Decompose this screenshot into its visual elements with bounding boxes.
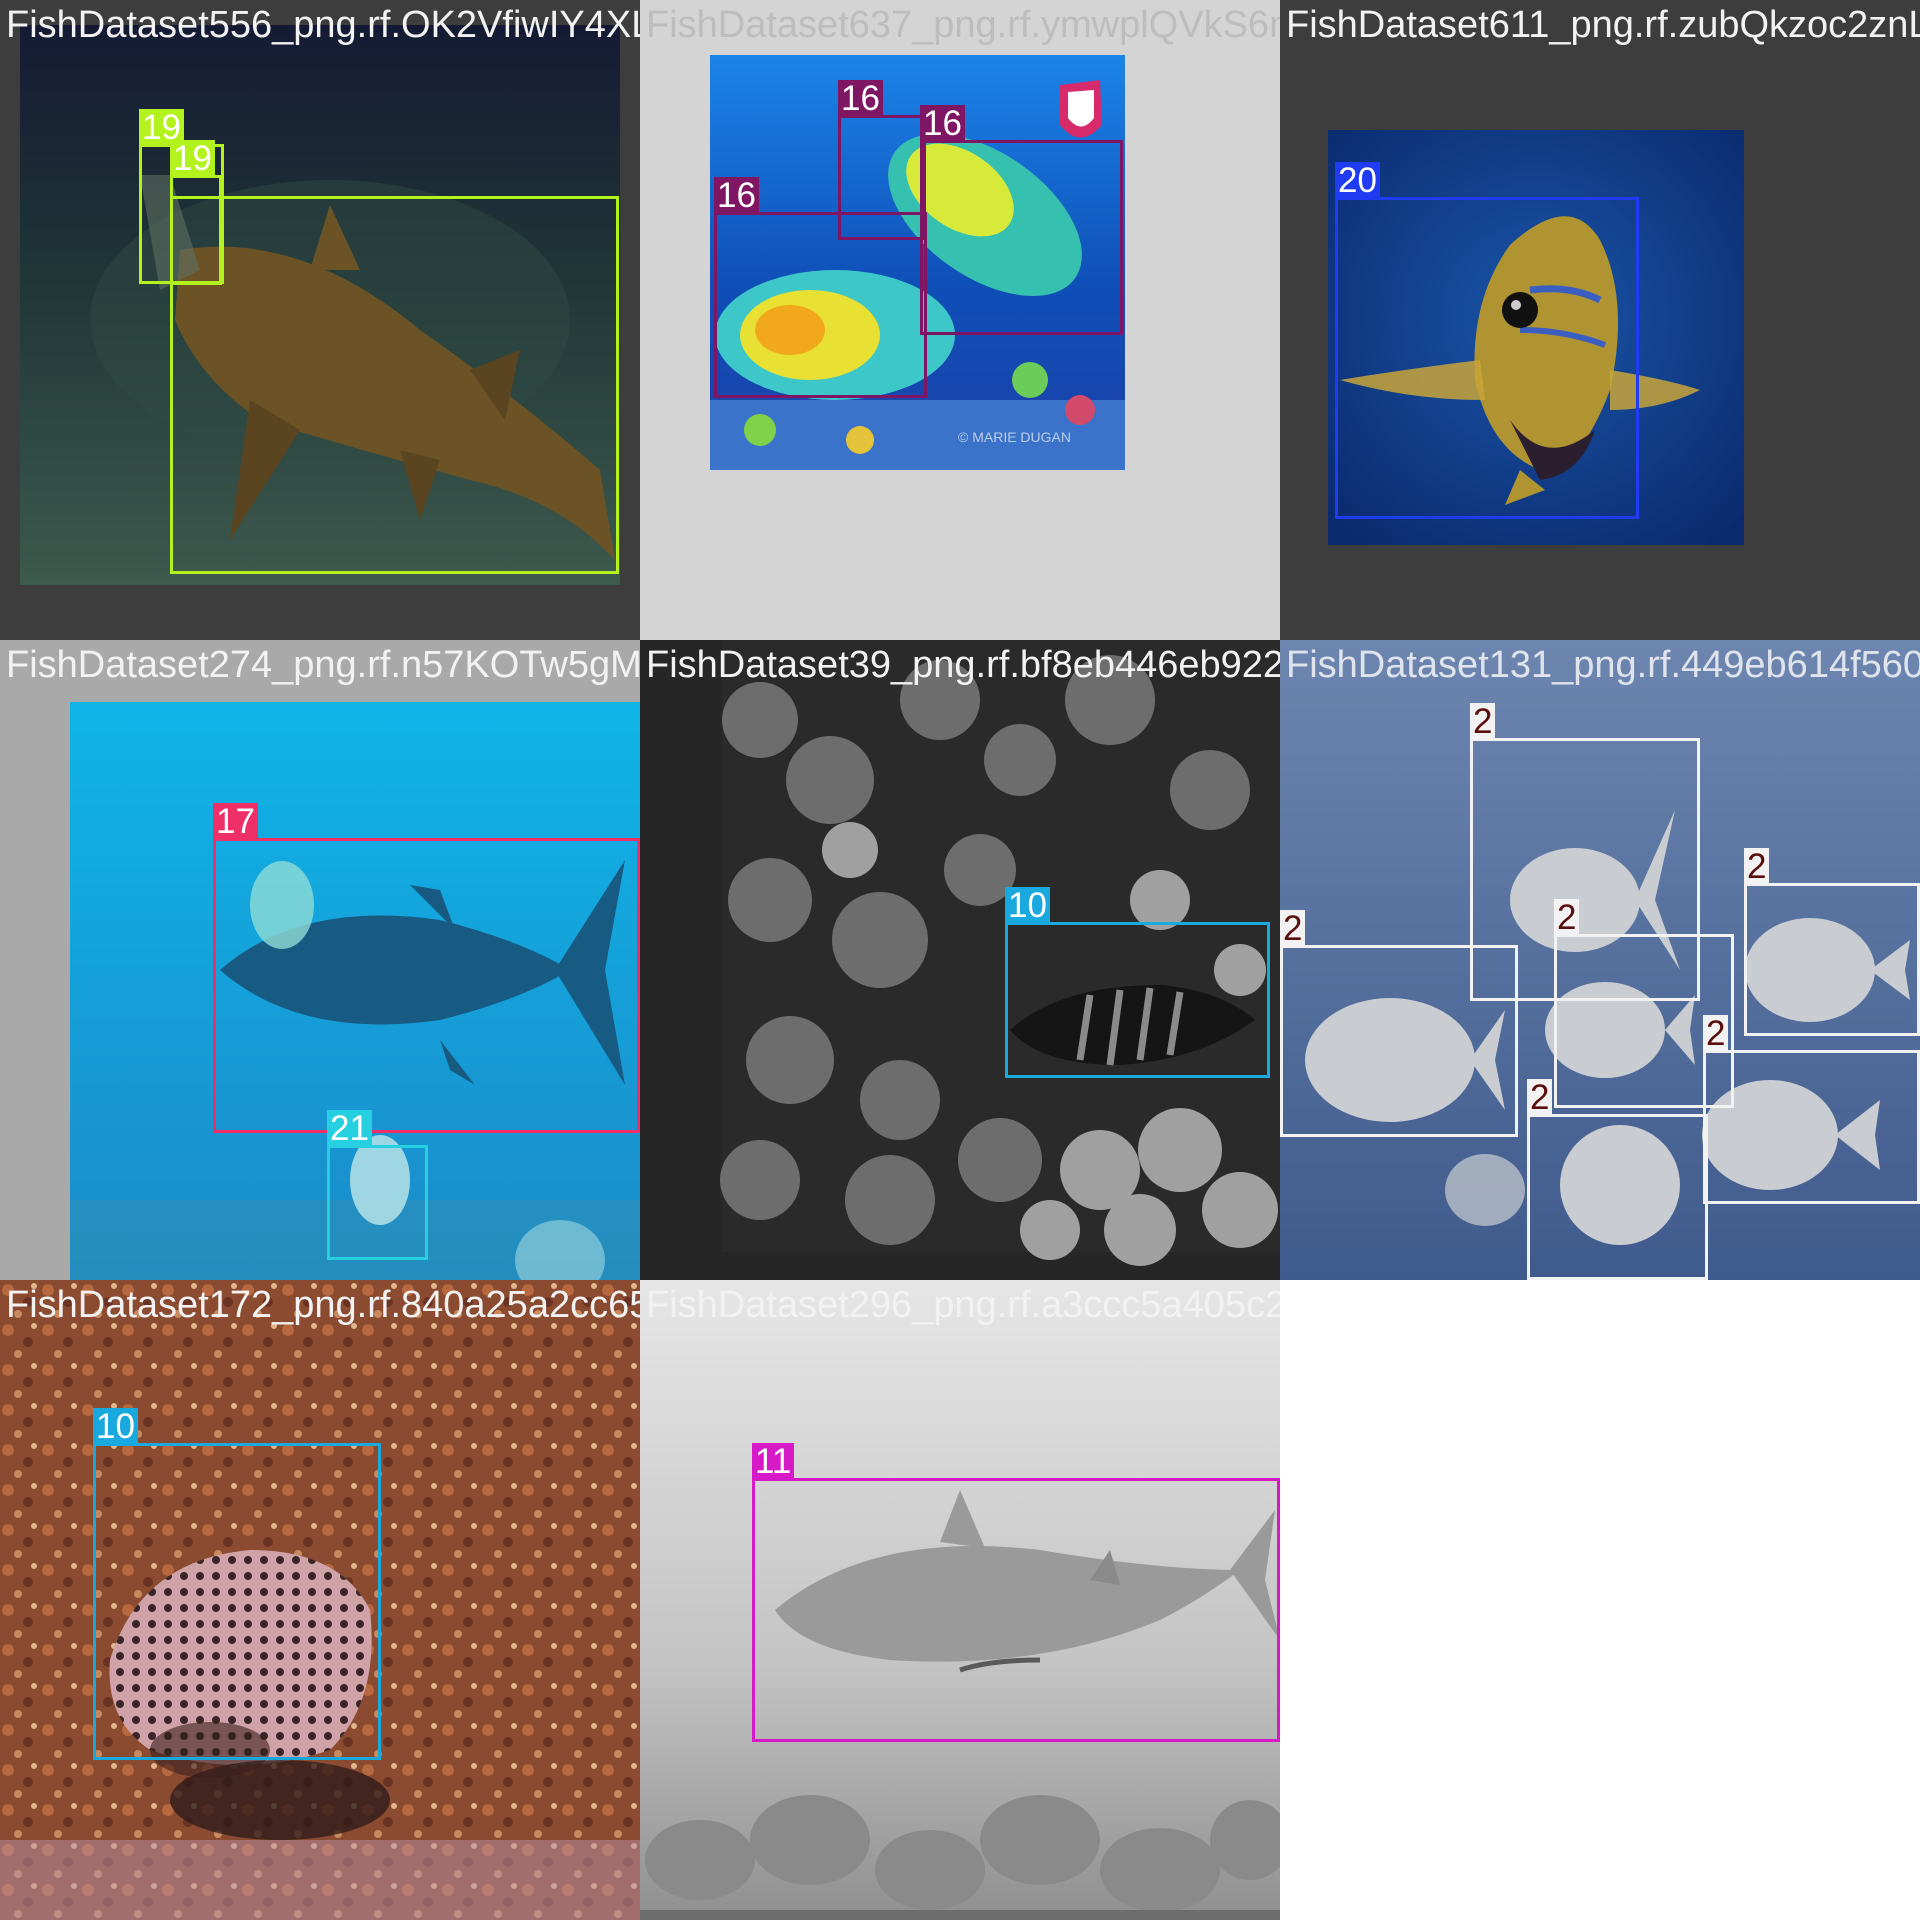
tile-gray-reef: FishDataset39_png.rf.bf8eb446eb9226e1bD9…: [640, 640, 1280, 1280]
tile-gray-shark: FishDataset296_png.rf.a3ccc5a405c2b3b480…: [640, 1280, 1280, 1920]
bbox-19: [170, 196, 619, 574]
empty-cell: [1280, 1280, 1920, 1920]
bbox-class-label: 2: [1527, 1079, 1553, 1117]
bbox-class-label: 2: [1744, 848, 1770, 886]
bbox-2: 2: [1527, 1079, 1708, 1280]
bbox-10: 10: [1005, 887, 1270, 1078]
bbox-class-label: 10: [1005, 887, 1050, 925]
bbox-21: 21: [327, 1110, 428, 1260]
bbox-11: 11: [752, 1443, 1280, 1742]
tile-spotted-grouper: FishDataset172_png.rf.840a25a2cc652b176 …: [0, 1280, 640, 1920]
bbox-class-label: 16: [838, 80, 883, 118]
tile-pomfret-school: FishDataset131_png.rf.449eb614f560 2 2 2…: [1280, 640, 1920, 1280]
bbox-class-label: 16: [714, 177, 759, 215]
tile-groupers: © MARIE DUGAN FishDataset637_png.rf.ymwp…: [640, 0, 1280, 640]
tile-reef-fish: FishDataset611_png.rf.zubQkzoc2znL 20: [1280, 0, 1920, 640]
bbox-class-label: 17: [213, 803, 258, 841]
tile-shark: FishDataset556_png.rf.OK2VfiwIY4XL 19 19: [0, 0, 640, 640]
bbox-class-label: 2: [1470, 703, 1496, 741]
bbox-class-label: 21: [327, 1110, 372, 1148]
watermark-text: © MARIE DUGAN: [958, 429, 1071, 445]
bbox-class-label: 10: [93, 1408, 138, 1446]
bbox-class-label: 2: [1280, 910, 1306, 948]
bbox-class-label: 2: [1703, 1015, 1729, 1053]
bbox-class-label: 16: [920, 105, 965, 143]
detection-mosaic: FishDataset556_png.rf.OK2VfiwIY4XL 19 19: [0, 0, 1920, 1920]
bbox-2: 2: [1280, 910, 1518, 1137]
bbox-2: 2: [1703, 1015, 1920, 1204]
bbox-16: 16: [714, 177, 927, 398]
bbox-class-label: 11: [752, 1443, 795, 1481]
bbox-class-label: 20: [1335, 162, 1380, 200]
bbox-16: 16: [920, 105, 1123, 335]
bbox-class-label: 19: [170, 140, 215, 178]
bbox-10: 10: [93, 1408, 381, 1760]
bbox-class-label: 2: [1554, 899, 1580, 937]
tile-trevally: FishDataset274_png.rf.n57KOTw5gMD4Zbff9 …: [0, 640, 640, 1280]
bbox-17: 17: [213, 803, 640, 1133]
bbox-2: 2: [1744, 848, 1920, 1036]
bbox-20: 20: [1335, 162, 1639, 519]
